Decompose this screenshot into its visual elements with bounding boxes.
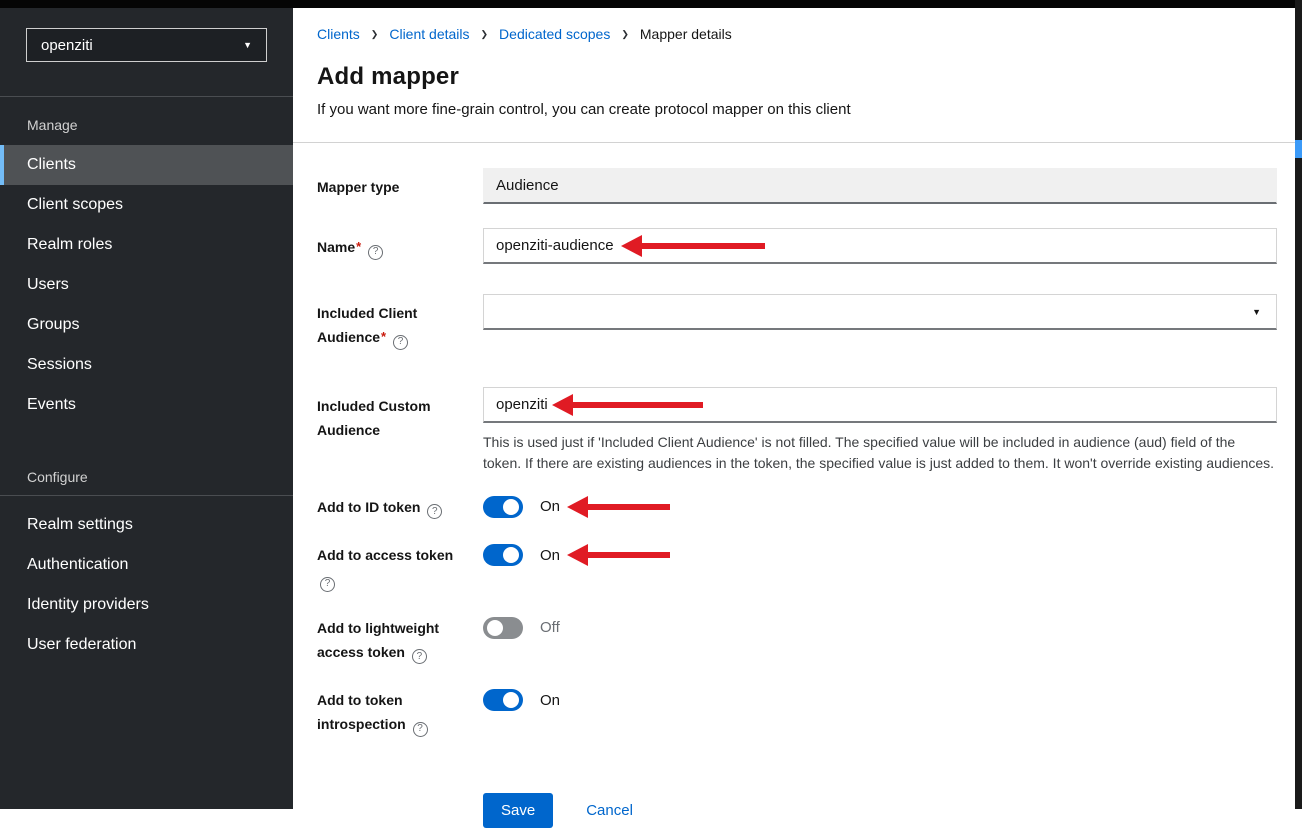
included-custom-audience-row: Included Custom Audience This is used ju… bbox=[317, 387, 1302, 474]
breadcrumb-clients[interactable]: Clients bbox=[317, 26, 360, 42]
toggle-state-label: Off bbox=[540, 619, 560, 636]
sidebar-item-users[interactable]: Users bbox=[0, 265, 293, 305]
annotation-arrow bbox=[573, 402, 703, 408]
sidebar-item-events[interactable]: Events bbox=[0, 385, 293, 425]
toggle-knob bbox=[503, 499, 519, 515]
page-scrollbar[interactable] bbox=[1295, 0, 1302, 809]
scrollbar-thumb[interactable] bbox=[1295, 140, 1302, 158]
sidebar-item-realm-settings[interactable]: Realm settings bbox=[0, 505, 293, 545]
annotation-arrow bbox=[642, 243, 765, 249]
app-layout: openziti ▼ Manage Clients Client scopes … bbox=[0, 8, 1302, 809]
annotation-arrow bbox=[588, 552, 670, 558]
add-to-token-introspection-row: Add to token introspection ? On bbox=[317, 688, 1302, 737]
toggle-state-label: On bbox=[540, 692, 560, 709]
cancel-button[interactable]: Cancel bbox=[586, 802, 633, 819]
annotation-arrow bbox=[588, 504, 670, 510]
add-to-id-token-row: Add to ID token ? On bbox=[317, 495, 1302, 520]
sidebar-item-sessions[interactable]: Sessions bbox=[0, 345, 293, 385]
breadcrumb-separator-icon: ❯ bbox=[621, 28, 629, 40]
toggle-state-label: On bbox=[540, 547, 560, 564]
breadcrumb-separator-icon: ❯ bbox=[481, 28, 489, 40]
sidebar-item-identity-providers[interactable]: Identity providers bbox=[0, 585, 293, 625]
name-input[interactable] bbox=[483, 228, 1277, 264]
help-icon[interactable]: ? bbox=[427, 504, 442, 519]
breadcrumb-mapper-details: Mapper details bbox=[640, 26, 732, 42]
nav-section-configure: Configure bbox=[0, 425, 293, 495]
page-header: Clients ❯ Client details ❯ Dedicated sco… bbox=[293, 8, 1302, 143]
mapper-type-label: Mapper type bbox=[317, 168, 483, 204]
sidebar-divider bbox=[0, 495, 293, 496]
help-icon[interactable]: ? bbox=[413, 722, 428, 737]
included-custom-audience-help: This is used just if 'Included Client Au… bbox=[483, 432, 1277, 474]
included-client-audience-label: Included Client Audience* ? bbox=[317, 294, 483, 350]
sidebar-item-authentication[interactable]: Authentication bbox=[0, 545, 293, 585]
sidebar-item-client-scopes[interactable]: Client scopes bbox=[0, 185, 293, 225]
add-to-access-token-row: Add to access token ? On bbox=[317, 543, 1302, 592]
save-button[interactable]: Save bbox=[483, 793, 553, 828]
add-to-lightweight-access-token-label: Add to lightweight access token ? bbox=[317, 616, 483, 665]
add-to-access-token-toggle[interactable] bbox=[483, 544, 523, 566]
breadcrumb-separator-icon: ❯ bbox=[371, 28, 379, 40]
add-to-token-introspection-label: Add to token introspection ? bbox=[317, 688, 483, 737]
form-actions: Save Cancel bbox=[483, 793, 1277, 828]
add-to-lightweight-access-token-toggle[interactable] bbox=[483, 617, 523, 639]
add-to-token-introspection-toggle[interactable] bbox=[483, 689, 523, 711]
add-to-id-token-label: Add to ID token ? bbox=[317, 495, 483, 520]
chevron-down-icon: ▼ bbox=[243, 41, 252, 50]
sidebar-item-groups[interactable]: Groups bbox=[0, 305, 293, 345]
breadcrumb: Clients ❯ Client details ❯ Dedicated sco… bbox=[317, 26, 1277, 42]
required-marker: * bbox=[355, 239, 361, 254]
included-client-audience-row: Included Client Audience* ? ▼ bbox=[317, 294, 1302, 350]
sidebar-item-user-federation[interactable]: User federation bbox=[0, 625, 293, 665]
toggle-knob bbox=[503, 547, 519, 563]
realm-selector[interactable]: openziti ▼ bbox=[26, 28, 267, 62]
masthead bbox=[0, 0, 1302, 8]
help-icon[interactable]: ? bbox=[320, 577, 335, 592]
sidebar: openziti ▼ Manage Clients Client scopes … bbox=[0, 8, 293, 809]
help-icon[interactable]: ? bbox=[368, 245, 383, 260]
nav-section-manage: Manage bbox=[0, 97, 293, 145]
add-to-id-token-toggle[interactable] bbox=[483, 496, 523, 518]
add-to-lightweight-access-token-row: Add to lightweight access token ? Off bbox=[317, 616, 1302, 665]
page-subtitle: If you want more fine-grain control, you… bbox=[317, 101, 1277, 118]
required-marker: * bbox=[380, 329, 386, 344]
configure-nav: Realm settings Authentication Identity p… bbox=[0, 505, 293, 665]
name-row: Name* ? bbox=[317, 228, 1302, 264]
mapper-type-row: Mapper type bbox=[317, 168, 1302, 204]
toggle-knob bbox=[487, 620, 503, 636]
toggle-knob bbox=[503, 692, 519, 708]
help-icon[interactable]: ? bbox=[393, 335, 408, 350]
sidebar-item-realm-roles[interactable]: Realm roles bbox=[0, 225, 293, 265]
toggle-state-label: On bbox=[540, 498, 560, 515]
main-content: Clients ❯ Client details ❯ Dedicated sco… bbox=[293, 8, 1302, 809]
included-custom-audience-label: Included Custom Audience bbox=[317, 387, 483, 474]
included-client-audience-select[interactable]: ▼ bbox=[483, 294, 1277, 330]
sidebar-item-clients[interactable]: Clients bbox=[0, 145, 293, 185]
name-label: Name* ? bbox=[317, 228, 483, 264]
realm-selector-value: openziti bbox=[41, 37, 93, 54]
page-title: Add mapper bbox=[317, 63, 1277, 91]
help-icon[interactable]: ? bbox=[412, 649, 427, 664]
breadcrumb-client-details[interactable]: Client details bbox=[389, 26, 469, 42]
manage-nav: Clients Client scopes Realm roles Users … bbox=[0, 145, 293, 425]
add-mapper-form: Mapper type Name* ? I bbox=[293, 143, 1302, 828]
breadcrumb-dedicated-scopes[interactable]: Dedicated scopes bbox=[499, 26, 610, 42]
add-to-access-token-label: Add to access token ? bbox=[317, 543, 483, 592]
mapper-type-field bbox=[483, 168, 1277, 204]
chevron-down-icon: ▼ bbox=[1252, 307, 1261, 317]
